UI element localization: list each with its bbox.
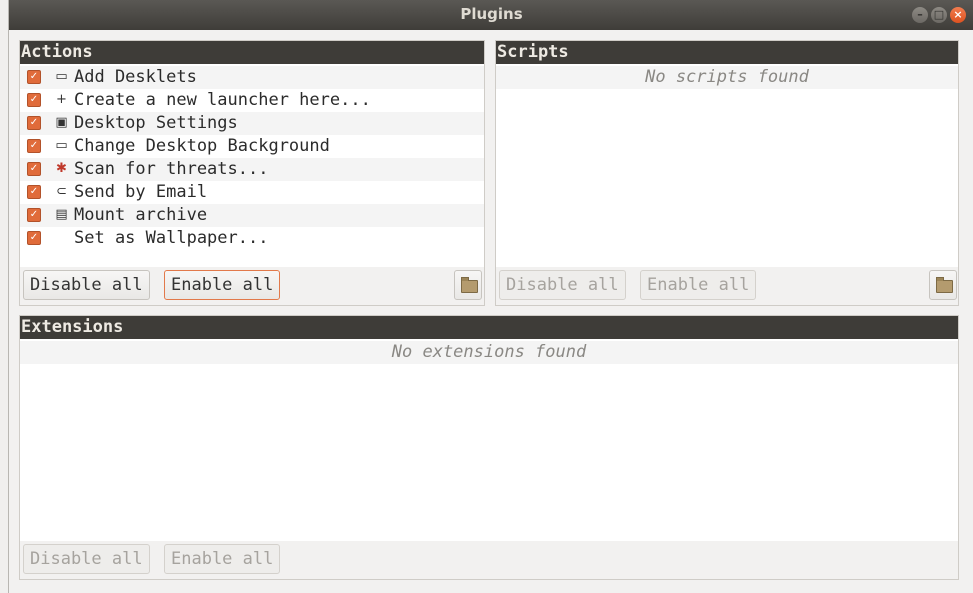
list-item[interactable]: ✓ ▤ Mount archive xyxy=(20,204,484,227)
paperclip-icon: ⊂ xyxy=(56,184,67,199)
open-folder-button[interactable] xyxy=(929,270,957,300)
list-item[interactable]: ✓ + Create a new launcher here... xyxy=(20,89,484,112)
enable-all-button[interactable]: Enable all xyxy=(164,544,281,574)
disable-all-button[interactable]: Disable all xyxy=(23,270,150,300)
desktop-settings-icon: ▣ xyxy=(55,115,68,130)
plugins-window: Plugins – □ × Actions ✓ ▭ Add Desklets ✓… xyxy=(8,0,973,593)
disable-all-button[interactable]: Disable all xyxy=(499,270,626,300)
close-icon[interactable]: × xyxy=(950,7,966,23)
scripts-header: Scripts xyxy=(496,41,958,64)
list-item[interactable]: ✓ ▣ Desktop Settings xyxy=(20,112,484,135)
folder-icon xyxy=(461,277,478,293)
title-bar[interactable]: Plugins – □ × xyxy=(9,0,973,30)
actions-list: ✓ ▭ Add Desklets ✓ + Create a new launch… xyxy=(20,66,484,250)
scripts-panel: Scripts No scripts found Disable all Ena… xyxy=(495,40,959,306)
window-title: Plugins xyxy=(460,5,523,23)
plus-icon: + xyxy=(56,92,67,107)
list-item[interactable]: ✓ ▭ Add Desklets xyxy=(20,66,484,89)
checkbox[interactable]: ✓ xyxy=(27,162,41,176)
actions-footer: Disable all Enable all xyxy=(20,267,484,305)
list-item[interactable]: ✓ Set as Wallpaper... xyxy=(20,227,484,250)
maximize-icon[interactable]: □ xyxy=(931,7,947,23)
disable-all-button[interactable]: Disable all xyxy=(23,544,150,574)
extensions-footer: Disable all Enable all xyxy=(20,541,958,579)
actions-panel: Actions ✓ ▭ Add Desklets ✓ + Create a ne… xyxy=(19,40,485,306)
actions-header: Actions xyxy=(20,41,484,64)
monitor-icon: ▭ xyxy=(55,138,68,153)
minimize-icon[interactable]: – xyxy=(912,7,928,23)
checkbox[interactable]: ✓ xyxy=(27,185,41,199)
scripts-empty-text: No scripts found xyxy=(496,66,958,89)
checkbox[interactable]: ✓ xyxy=(27,93,41,107)
enable-all-button[interactable]: Enable all xyxy=(164,270,281,300)
enable-all-button[interactable]: Enable all xyxy=(640,270,757,300)
checkbox[interactable]: ✓ xyxy=(27,116,41,130)
extensions-panel: Extensions No extensions found Disable a… xyxy=(19,315,959,580)
desklet-icon: ▭ xyxy=(55,69,68,84)
checkbox[interactable]: ✓ xyxy=(27,231,41,245)
checkbox[interactable]: ✓ xyxy=(27,70,41,84)
list-item[interactable]: ✓ ⊂ Send by Email xyxy=(20,181,484,204)
archive-icon: ▤ xyxy=(55,207,68,222)
extensions-header: Extensions xyxy=(20,316,958,339)
antivirus-icon: ✱ xyxy=(56,161,67,176)
extensions-empty-text: No extensions found xyxy=(20,341,958,364)
folder-icon xyxy=(936,277,953,293)
scripts-footer: Disable all Enable all xyxy=(496,267,958,305)
checkbox[interactable]: ✓ xyxy=(27,139,41,153)
open-folder-button[interactable] xyxy=(454,270,482,300)
list-item[interactable]: ✓ ✱ Scan for threats... xyxy=(20,158,484,181)
checkbox[interactable]: ✓ xyxy=(27,208,41,222)
list-item[interactable]: ✓ ▭ Change Desktop Background xyxy=(20,135,484,158)
